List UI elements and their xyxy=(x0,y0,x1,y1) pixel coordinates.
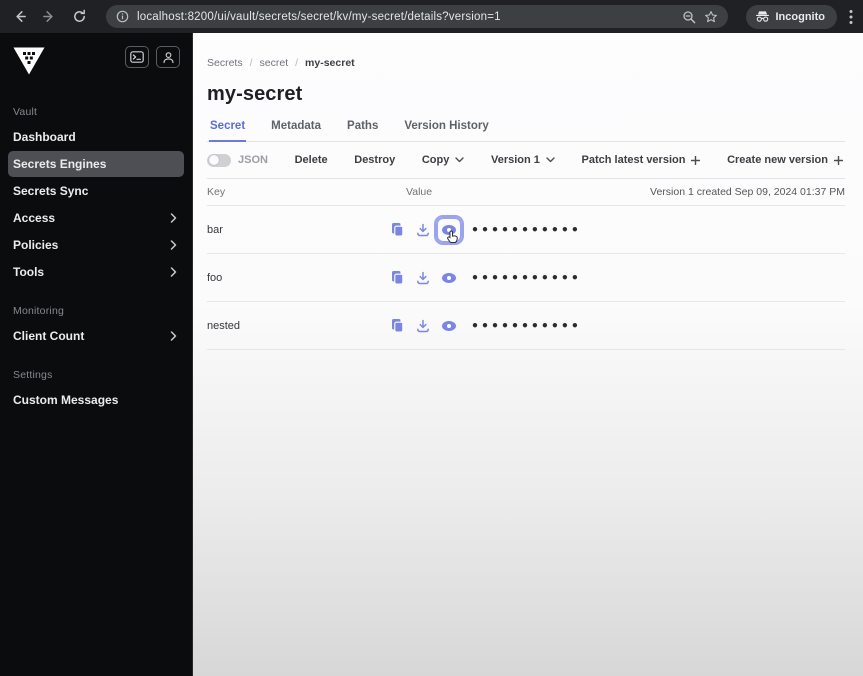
download-icon[interactable] xyxy=(410,265,436,291)
json-toggle-label: JSON xyxy=(238,154,268,166)
version-dropdown[interactable]: Version 1 xyxy=(491,154,555,166)
vault-logo[interactable] xyxy=(12,46,46,76)
sidebar-item-secrets-sync[interactable]: Secrets Sync xyxy=(8,178,184,204)
masked-value: ••••••••••• xyxy=(471,222,581,237)
secret-key: bar xyxy=(207,223,223,236)
browser-toolbar: localhost:8200/ui/vault/secrets/secret/k… xyxy=(0,0,863,33)
chevron-down-icon xyxy=(455,157,465,163)
reveal-value-icon[interactable] xyxy=(436,217,462,243)
secret-table-header: Key Value Version 1 created Sep 09, 2024… xyxy=(207,179,845,206)
bookmark-star-icon[interactable] xyxy=(704,10,718,24)
copy-value-icon[interactable] xyxy=(384,217,410,243)
secret-row-bar: bar ••••••••••• xyxy=(207,206,845,254)
tab-metadata[interactable]: Metadata xyxy=(270,120,322,142)
url-text: localhost:8200/ui/vault/secrets/secret/k… xyxy=(137,10,501,23)
secret-key: foo xyxy=(207,271,223,284)
url-bar[interactable]: localhost:8200/ui/vault/secrets/secret/k… xyxy=(106,5,728,28)
sidebar-section-monitoring: Monitoring xyxy=(13,305,65,317)
json-toggle-group: JSON xyxy=(207,153,268,167)
download-icon[interactable] xyxy=(410,313,436,339)
sidebar-item-access[interactable]: Access xyxy=(8,205,184,231)
reload-icon[interactable] xyxy=(66,4,92,30)
plus-icon xyxy=(691,155,701,165)
chevron-right-icon xyxy=(170,213,177,223)
breadcrumb-secrets[interactable]: Secrets xyxy=(207,57,243,69)
reveal-value-icon[interactable] xyxy=(436,265,462,291)
copy-value-icon[interactable] xyxy=(384,313,410,339)
version-created-info: Version 1 created Sep 09, 2024 01:37 PM xyxy=(650,186,845,198)
sidebar-item-tools[interactable]: Tools xyxy=(8,259,184,285)
patch-latest-version-button[interactable]: Patch latest version xyxy=(582,154,701,166)
sidebar-item-secrets-engines[interactable]: Secrets Engines xyxy=(8,151,184,177)
chevron-right-icon xyxy=(170,331,177,341)
chevron-down-icon xyxy=(546,157,555,163)
sidebar: Vault Dashboard Secrets Engines Secrets … xyxy=(0,33,193,676)
sidebar-item-dashboard[interactable]: Dashboard xyxy=(8,124,184,150)
page-title: my-secret xyxy=(207,83,303,105)
chevron-right-icon xyxy=(170,240,177,250)
breadcrumb: Secrets / secret / my-secret xyxy=(207,57,845,69)
secret-row-foo: foo ••••••••••• xyxy=(207,254,845,302)
chevron-right-icon xyxy=(170,267,177,277)
download-icon[interactable] xyxy=(410,217,436,243)
copy-dropdown[interactable]: Copy xyxy=(422,154,465,166)
destroy-button[interactable]: Destroy xyxy=(354,154,395,166)
sidebar-section-vault: Vault xyxy=(13,106,38,118)
value-column-header: Value xyxy=(406,186,433,198)
browser-menu-icon[interactable] xyxy=(849,9,853,25)
breadcrumb-secret[interactable]: secret xyxy=(260,57,289,69)
incognito-badge: Incognito xyxy=(745,4,837,29)
masked-value: ••••••••••• xyxy=(471,318,581,333)
sidebar-item-client-count[interactable]: Client Count xyxy=(8,323,184,349)
sidebar-section-settings: Settings xyxy=(13,369,53,381)
zoom-icon[interactable] xyxy=(682,10,696,24)
main-content: Secrets / secret / my-secret my-secret S… xyxy=(193,33,863,676)
masked-value: ••••••••••• xyxy=(471,270,581,285)
plus-icon xyxy=(833,155,843,165)
copy-value-icon[interactable] xyxy=(384,265,410,291)
json-toggle[interactable] xyxy=(207,153,231,167)
breadcrumb-separator: / xyxy=(249,57,253,69)
site-info-icon[interactable] xyxy=(116,10,129,23)
reveal-value-icon[interactable] xyxy=(436,313,462,339)
mouse-cursor xyxy=(447,229,460,245)
sidebar-item-policies[interactable]: Policies xyxy=(8,232,184,258)
tab-paths[interactable]: Paths xyxy=(346,120,379,142)
key-column-header: Key xyxy=(207,186,226,198)
secret-key: nested xyxy=(207,319,241,332)
incognito-label: Incognito xyxy=(775,10,826,23)
breadcrumb-separator: / xyxy=(295,57,299,69)
tab-version-history[interactable]: Version History xyxy=(403,120,489,142)
delete-button[interactable]: Delete xyxy=(295,154,328,166)
forward-icon[interactable] xyxy=(36,4,62,30)
tab-secret[interactable]: Secret xyxy=(209,120,247,142)
sidebar-item-custom-messages[interactable]: Custom Messages xyxy=(8,387,184,413)
breadcrumb-current: my-secret xyxy=(305,57,355,69)
console-icon[interactable] xyxy=(125,46,149,68)
incognito-icon xyxy=(755,10,770,23)
secret-row-nested: nested ••••••••••• xyxy=(207,302,845,350)
screen: localhost:8200/ui/vault/secrets/secret/k… xyxy=(0,0,863,676)
create-new-version-button[interactable]: Create new version xyxy=(727,154,843,166)
user-icon[interactable] xyxy=(156,46,180,68)
tab-bar: Secret Metadata Paths Version History xyxy=(207,120,845,142)
back-icon[interactable] xyxy=(6,4,32,30)
secret-toolbar: JSON Delete Destroy Copy Version 1 Patch… xyxy=(207,142,845,179)
